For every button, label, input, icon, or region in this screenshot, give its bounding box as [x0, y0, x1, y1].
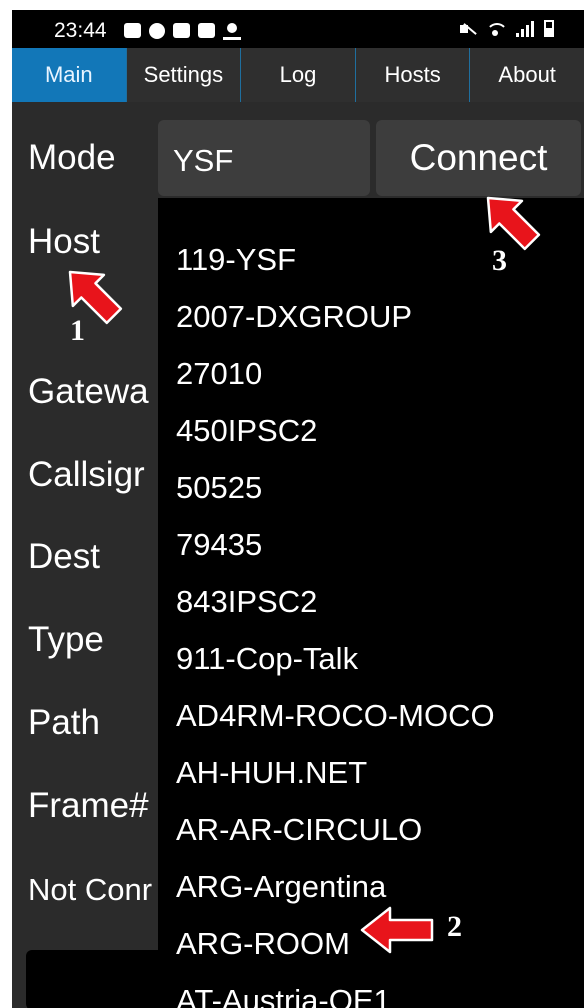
- annotation-overlay: [68, 196, 541, 954]
- marker-3-label: 3: [492, 244, 507, 277]
- arrow-3-icon: [486, 196, 541, 251]
- arrow-1-icon: [68, 270, 123, 325]
- marker-2-label: 2: [447, 910, 462, 943]
- marker-1-label: 1: [70, 314, 85, 347]
- arrow-2-icon: [360, 906, 434, 954]
